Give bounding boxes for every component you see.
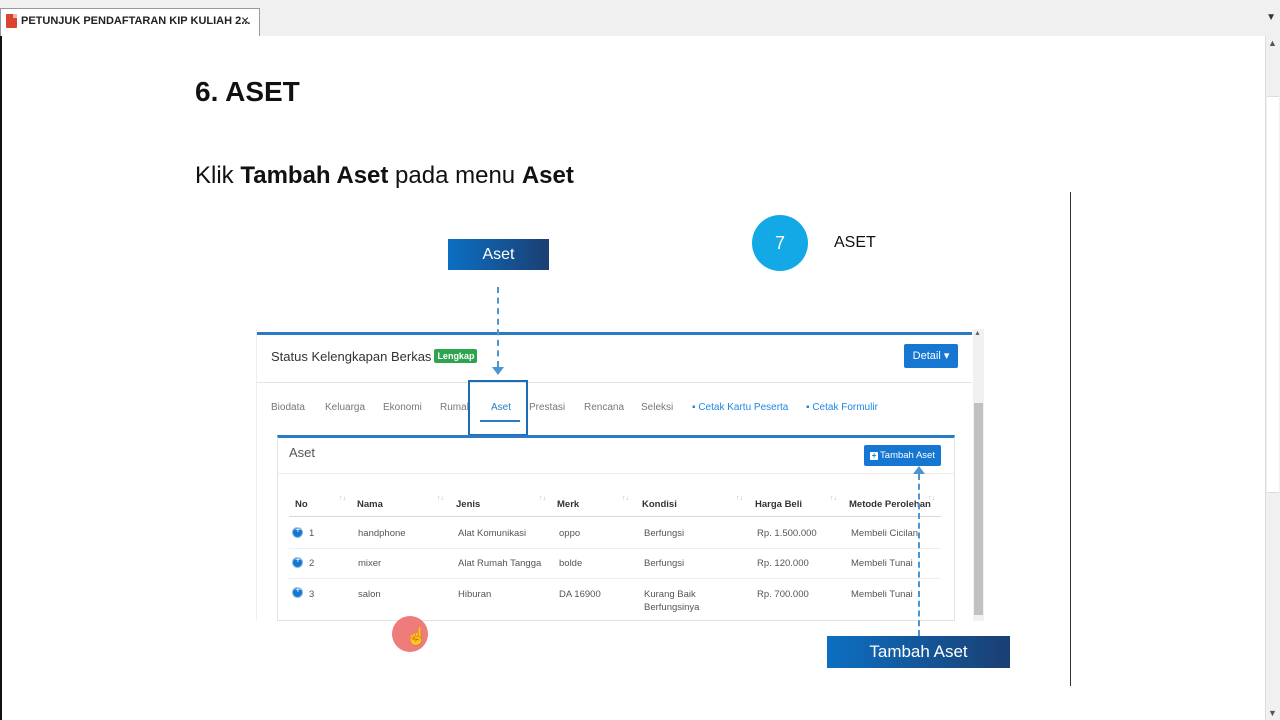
cell-kondisi: Berfungsi	[644, 528, 685, 539]
tab-cetak-kartu-peserta[interactable]: ▪ Cetak Kartu Peserta	[692, 402, 788, 413]
scroll-down-icon[interactable]: ▼	[1268, 708, 1277, 718]
panel-title: Aset	[289, 445, 316, 460]
tambah-aset-button[interactable]: + Tambah Aset	[864, 445, 941, 466]
chevron-down-icon[interactable]: ▼	[1266, 12, 1276, 23]
tab-biodata[interactable]: Biodata	[271, 402, 305, 413]
cell-metode: Membeli Tunai	[851, 558, 913, 569]
table-header-line	[289, 516, 941, 517]
row-divider	[289, 578, 941, 579]
sort-icon[interactable]: ↑↓	[539, 495, 546, 502]
column-header-harga-beli[interactable]: Harga Beli	[755, 499, 802, 510]
tab-keluarga[interactable]: Keluarga	[325, 402, 365, 413]
plus-circle-icon[interactable]	[292, 555, 303, 568]
cell-nama: salon	[358, 589, 381, 600]
scroll-up-icon[interactable]: ▲	[1268, 38, 1277, 48]
tambah-aset-callout-label: Tambah Aset	[827, 636, 1010, 668]
cell-no: 2	[309, 558, 315, 569]
sort-icon[interactable]: ↑↓	[339, 495, 346, 502]
sort-icon[interactable]: ↑↓	[928, 495, 935, 502]
file-icon: ▪	[806, 402, 810, 413]
scrollbar-thumb[interactable]	[1267, 96, 1279, 493]
vertical-scrollbar[interactable]: ▲ ▼	[1265, 36, 1280, 720]
column-header-nama[interactable]: Nama	[357, 499, 383, 510]
detail-button[interactable]: Detail ▾	[904, 344, 958, 368]
cell-metode: Membeli Tunai	[851, 589, 913, 600]
hand-cursor-icon: ☝	[406, 627, 428, 646]
cell-harga-beli: Rp. 700.000	[757, 589, 809, 600]
column-header-no[interactable]: No	[295, 499, 308, 510]
cell-no: 1	[309, 528, 315, 539]
cell-metode: Membeli Cicilan	[851, 528, 919, 539]
arrow-head-down	[492, 367, 504, 375]
step-number-circle: 7	[752, 215, 808, 271]
embedded-scrollbar: ▲	[973, 329, 984, 621]
tab-prestasi[interactable]: Prestasi	[529, 402, 565, 413]
divider	[257, 382, 972, 383]
cell-harga-beli: Rp. 1.500.000	[757, 528, 817, 539]
instruction-text: Klik Tambah Aset pada menu Aset	[195, 162, 574, 189]
sort-icon[interactable]: ↑↓	[736, 495, 743, 502]
sort-icon[interactable]: ↑↓	[830, 495, 837, 502]
cell-kondisi-line2: Berfungsinya	[644, 602, 700, 613]
vertical-divider	[1070, 192, 1071, 686]
panel-top-border	[257, 332, 972, 335]
cell-harga-beli: Rp. 120.000	[757, 558, 809, 569]
cell-jenis: Alat Komunikasi	[458, 528, 527, 539]
tab-cetak-formulir[interactable]: ▪ Cetak Formulir	[806, 402, 878, 413]
cell-nama: mixer	[358, 558, 382, 569]
cell-kondisi: Kurang Baik	[644, 589, 696, 600]
tab-rencana[interactable]: Rencana	[584, 402, 624, 413]
plus-circle-icon[interactable]	[292, 585, 303, 598]
divider	[278, 473, 954, 474]
arrow-line-tambah	[918, 474, 920, 636]
document-tab[interactable]: PETUNJUK PENDAFTARAN KIP KULIAH 2... ×	[0, 8, 260, 36]
arrow-line-aset	[497, 287, 499, 367]
row-divider	[289, 548, 941, 549]
cell-jenis: Alat Rumah Tangga	[458, 558, 542, 569]
file-icon: ▪	[692, 402, 696, 413]
cell-merk: bolde	[559, 558, 583, 569]
embedded-screenshot: Status Kelengkapan Berkas Lengkap Detail …	[256, 329, 984, 621]
scroll-up-icon: ▲	[974, 330, 981, 337]
cell-no: 3	[309, 589, 315, 600]
page-heading: 6. ASET	[195, 76, 300, 107]
sort-icon[interactable]: ↑↓	[622, 495, 629, 502]
plus-circle-icon[interactable]	[292, 525, 303, 538]
cell-kondisi: Berfungsi	[644, 558, 685, 569]
close-icon[interactable]: ×	[241, 12, 249, 28]
plus-square-icon: +	[870, 451, 879, 460]
tab-rumah[interactable]: Rumah	[440, 402, 468, 413]
cell-merk: DA 16900	[559, 589, 601, 600]
arrow-head-up	[913, 466, 925, 474]
column-header-jenis[interactable]: Jenis	[456, 499, 480, 510]
column-header-kondisi[interactable]: Kondisi	[642, 499, 677, 510]
step-title: ASET	[834, 234, 876, 251]
document-tab-bar: PETUNJUK PENDAFTARAN KIP KULIAH 2... × ▼	[0, 0, 1280, 37]
cell-merk: oppo	[559, 528, 581, 539]
column-header-metode-perolehan[interactable]: Metode Perolehan	[849, 499, 937, 510]
embedded-scrollbar-thumb	[974, 403, 983, 615]
cell-nama: handphone	[358, 528, 406, 539]
sort-icon[interactable]: ↑↓	[437, 495, 444, 502]
column-header-merk[interactable]: Merk	[557, 499, 579, 510]
pdf-file-icon	[6, 14, 17, 28]
document-tab-title: PETUNJUK PENDAFTARAN KIP KULIAH 2...	[21, 15, 251, 27]
tab-ekonomi[interactable]: Ekonomi	[383, 402, 422, 413]
status-badge: Lengkap	[434, 349, 478, 363]
tab-seleksi[interactable]: Seleksi	[641, 402, 673, 413]
cell-jenis: Hiburan	[458, 589, 492, 600]
status-kelengkapan: Status Kelengkapan Berkas Lengkap	[271, 349, 478, 364]
aset-callout-label: Aset	[448, 239, 549, 270]
aset-tab-highlight	[468, 380, 528, 436]
